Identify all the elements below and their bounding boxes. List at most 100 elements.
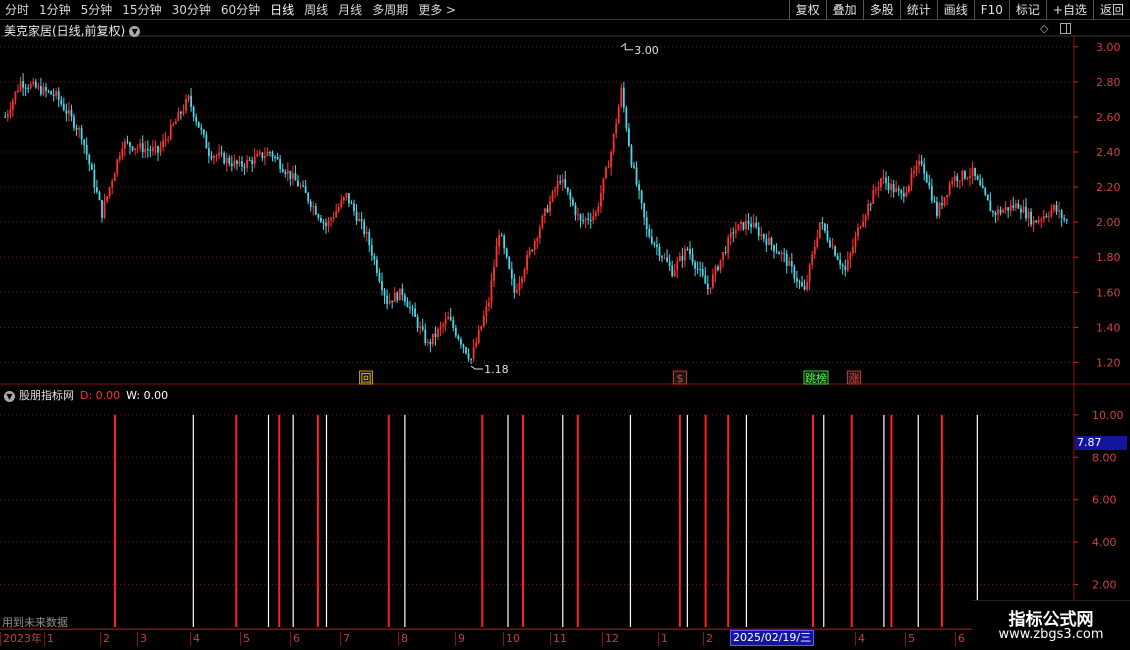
candle-body [197,121,200,128]
candle-body [1012,205,1015,208]
candle-body [737,224,740,231]
candle-body [999,209,1002,213]
candle-body [327,220,330,227]
candle-body [533,240,536,251]
candle-body [516,289,518,293]
candle-body [826,231,829,241]
chart-canvas[interactable]: 3.00 1.18 回 $ 跳榜 涨 1.20 1.40 1.60 1.80 2.00 2.20 2.… [0,0,1130,650]
candle-body [831,246,834,248]
candle-body [498,235,500,247]
toolbar-button-8[interactable]: 返回 [1092,0,1130,20]
period-tab-10[interactable]: 更多 > [413,0,461,20]
candle-body [650,236,653,244]
candle-body [113,173,116,182]
candle-body [541,216,544,229]
panel-layout-icon[interactable] [1060,23,1071,34]
candle-body [414,308,416,317]
candle-body [678,255,681,262]
candle-body [610,152,612,168]
candle-body [302,185,304,187]
candle-body [1022,206,1025,213]
period-tab-4[interactable]: 30分钟 [167,0,216,20]
date-tick: 4 [855,632,865,646]
candle-body [564,179,567,188]
candle-body [42,86,45,95]
candle-body [271,152,274,157]
candle-body [577,214,579,216]
candle-body [579,214,582,221]
candle-body [187,95,190,100]
candle-body [974,167,976,177]
candle-body [510,268,513,279]
candle-body [663,257,666,259]
candle-body [986,194,989,201]
candle-body [684,248,686,261]
candle-body [264,155,266,159]
candle-body [325,222,327,227]
candle-body [755,222,758,228]
candle-body [434,333,437,338]
cursor-date-label: 2025/02/19/三 [730,630,815,646]
date-tick: 1 [44,632,54,646]
candle-body [554,189,556,192]
period-tab-9[interactable]: 多周期 [367,0,413,20]
candle-body [12,100,14,110]
date-axis: 2023年 1 2 3 4 5 6 7 8 9 10 11 12 1 2 4 5 6 [0,629,1074,650]
candle-body [345,193,348,198]
candle-body [979,179,982,186]
candle-body [141,143,144,153]
period-tab-0[interactable]: 分时 [0,0,34,20]
candle-body [421,326,424,330]
candle-body [1058,210,1060,212]
stock-title[interactable]: 美克家居(日线,前复权) ▼ [4,22,141,39]
chevron-down-icon[interactable]: ▼ [129,26,141,37]
candle-body [1055,204,1058,212]
candle-body [447,316,450,320]
candle-body [452,320,455,328]
indicator-title[interactable]: ▼ 股朋指标网 D: 0.00 W: 0.00 [4,387,168,403]
candle-body [381,281,383,291]
candle-body [971,167,974,177]
indicator-value-badge: 7.87 [1075,436,1127,450]
period-tab-8[interactable]: 月线 [333,0,367,20]
candle-body [617,106,620,124]
diamond-icon[interactable]: ◇ [1040,22,1048,35]
candle-body [284,171,287,174]
toolbar-button-2[interactable]: 多股 [862,0,900,20]
candle-body [780,252,783,255]
indicator-tick-label: 10.00 [1092,409,1124,422]
candle-body [225,157,228,164]
candle-body [824,223,826,232]
candle-body [401,288,404,296]
candle-body [60,99,63,105]
candle-body [948,183,951,195]
candle-body [437,329,439,338]
period-tab-3[interactable]: 15分钟 [117,0,166,20]
toolbar-button-4[interactable]: 画线 [936,0,974,20]
period-tab-7[interactable]: 周线 [299,0,333,20]
candle-body [648,229,651,237]
candle-body [745,220,747,230]
toolbar-button-0[interactable]: 复权 [788,0,826,20]
period-tab-2[interactable]: 5分钟 [76,0,118,20]
period-tab-6[interactable]: 日线 [265,0,299,20]
candle-body [538,228,541,239]
toolbar-button-6[interactable]: 标记 [1008,0,1046,20]
candle-body [258,152,261,155]
period-tab-1[interactable]: 1分钟 [34,0,76,20]
candle-body [508,257,511,269]
toolbar-button-7[interactable]: +自选 [1045,0,1093,20]
candle-body [286,170,289,174]
toolbar-button-5[interactable]: F10 [973,0,1009,20]
period-tab-5[interactable]: 60分钟 [216,0,265,20]
candle-body [1063,217,1066,220]
price-tick-label: 3.00 [1096,41,1121,54]
candle-body [297,180,299,187]
candle-body [793,266,796,279]
candle-body [454,327,457,336]
chevron-down-icon[interactable]: ▼ [4,390,15,402]
toolbar-button-3[interactable]: 统计 [899,0,937,20]
toolbar-button-1[interactable]: 叠加 [825,0,863,20]
candle-body [958,180,961,182]
candle-body [768,237,770,245]
